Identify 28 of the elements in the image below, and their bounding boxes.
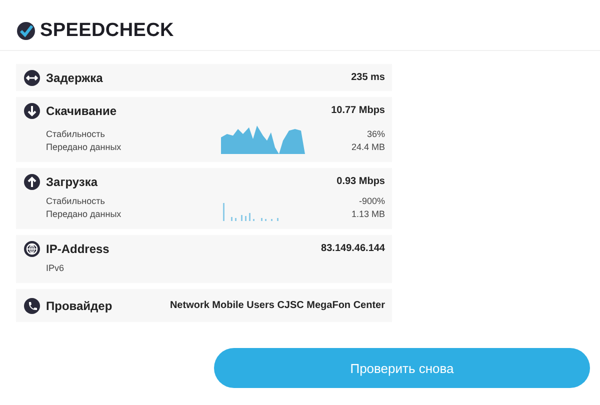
download-icon bbox=[24, 102, 40, 118]
row-label: IP-Address bbox=[46, 242, 110, 256]
upload-icon bbox=[24, 174, 40, 190]
arrows-icon bbox=[24, 70, 40, 86]
detail-label: Стабильность bbox=[46, 195, 106, 208]
detail-label: Передано данных bbox=[46, 141, 122, 154]
detail-value: 36% bbox=[366, 128, 385, 141]
row-label: Загрузка bbox=[46, 174, 98, 188]
retest-button[interactable]: Проверить снова bbox=[214, 348, 590, 388]
logo-text: SPEEDCHECK bbox=[40, 20, 174, 42]
phone-icon bbox=[24, 298, 40, 314]
row-label: Скачивание bbox=[46, 104, 117, 118]
row-value: Network Mobile Users CJSC MegaFon Center bbox=[170, 300, 385, 311]
logo-icon bbox=[16, 21, 36, 41]
detail-value: 1.13 MB bbox=[351, 208, 385, 221]
row-value: 10.77 Mbps bbox=[331, 105, 385, 116]
detail-value: 24.4 MB bbox=[351, 141, 385, 154]
detail-label: Передано данных bbox=[46, 208, 122, 221]
row-label: Провайдер bbox=[46, 298, 112, 312]
row-value: 235 ms bbox=[351, 72, 385, 83]
globe-icon bbox=[24, 240, 40, 256]
row-label: Задержка bbox=[46, 70, 103, 84]
detail-label: Стабильность bbox=[46, 128, 106, 141]
row-value: 83.149.46.144 bbox=[321, 243, 385, 254]
detail-label: IPv6 bbox=[46, 262, 66, 275]
speed-graph bbox=[221, 201, 281, 221]
row-value: 0.93 Mbps bbox=[336, 176, 385, 187]
detail-value: -900% bbox=[358, 195, 385, 208]
